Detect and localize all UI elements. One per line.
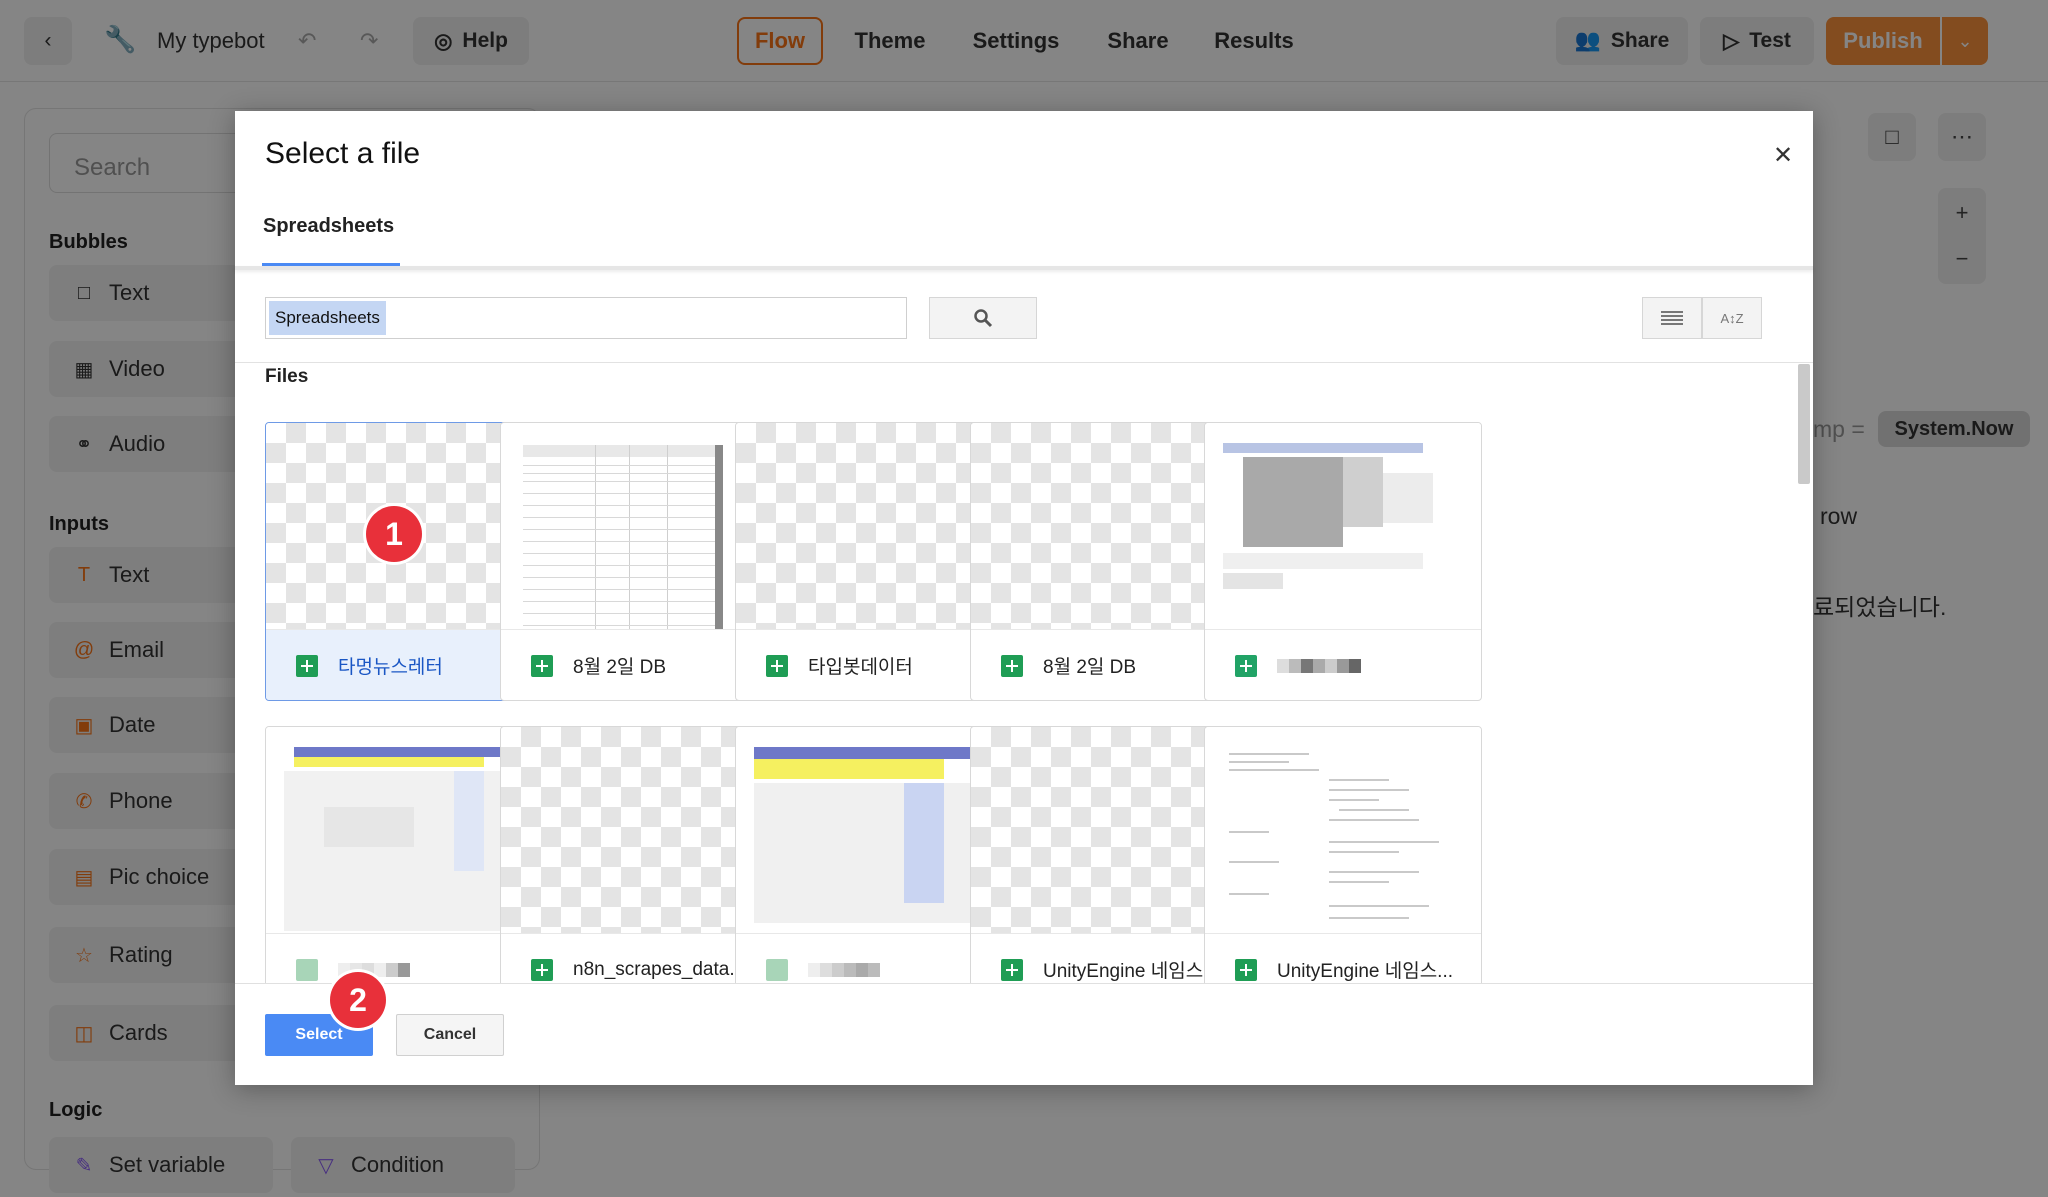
tab-spreadsheets[interactable]: Spreadsheets (263, 215, 394, 238)
file-name: n8n_scrapes_data... (573, 958, 746, 980)
list-view-button[interactable] (1642, 297, 1702, 339)
file-name: 8월 2일 DB (1043, 657, 1137, 678)
google-sheets-icon (296, 958, 318, 981)
list-view-icon (1661, 311, 1683, 325)
google-sheets-icon (296, 654, 318, 677)
google-sheets-icon (1001, 654, 1023, 677)
dialog-title: Select a file (265, 137, 421, 170)
file-name: UnityEngine 네임스... (1043, 961, 1220, 982)
sort-az-icon: A↕Z (1720, 310, 1744, 326)
file-name: 8월 2일 DB (573, 657, 667, 678)
file-name: UnityEngine 네임스... (1277, 961, 1454, 982)
spreadsheet-preview (523, 445, 723, 629)
blurred-preview (1223, 443, 1463, 629)
file-card[interactable] (1204, 422, 1482, 701)
blurred-preview (284, 747, 524, 933)
google-sheets-icon (766, 654, 788, 677)
file-name: 타멍뉴스레터 (338, 657, 443, 678)
file-thumbnail (1205, 727, 1481, 933)
sort-button[interactable]: A↕Z (1702, 297, 1762, 339)
file-name: 타입봇데이터 (808, 657, 913, 678)
tab-divider (235, 266, 1813, 270)
search-query-chip: Spreadsheets (269, 301, 386, 335)
file-picker-dialog: Select a file ✕ Spreadsheets Spreadsheet… (235, 111, 1813, 1085)
google-sheets-icon (1235, 958, 1257, 981)
blurred-preview (754, 747, 994, 933)
google-sheets-icon (531, 958, 553, 981)
search-icon (974, 309, 993, 328)
google-sheets-icon (1235, 654, 1257, 677)
step-badge-2: 2 (330, 972, 386, 1028)
file-card[interactable]: UnityEngine 네임스... (1204, 726, 1482, 1005)
scrollbar[interactable] (1798, 364, 1810, 484)
file-thumbnail (1205, 423, 1481, 629)
cancel-button[interactable]: Cancel (396, 1014, 504, 1056)
step-badge-1: 1 (366, 506, 422, 562)
file-search-input[interactable]: Spreadsheets (265, 297, 907, 339)
file-card-label (1205, 629, 1481, 700)
document-preview (1229, 749, 1469, 933)
google-sheets-icon (766, 958, 788, 981)
file-name-redacted (1277, 658, 1361, 673)
google-sheets-icon (1001, 958, 1023, 981)
search-button[interactable] (929, 297, 1037, 339)
google-sheets-icon (531, 654, 553, 677)
file-name-redacted (808, 962, 880, 977)
close-icon[interactable]: ✕ (1773, 141, 1793, 170)
